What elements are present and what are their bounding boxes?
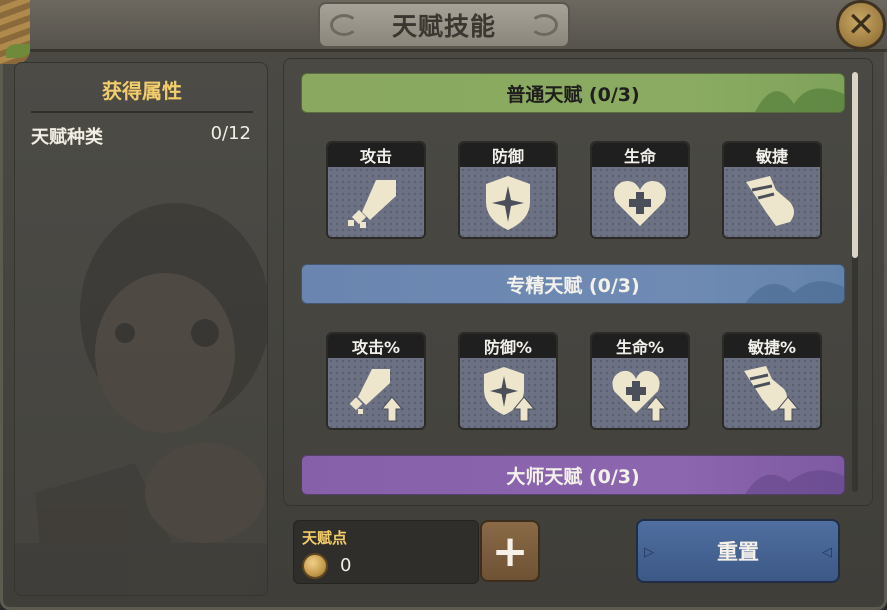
attributes-title: 获得属性 [102,79,182,103]
skill-label: 生命 [592,143,688,167]
close-button[interactable]: ✕ [836,0,886,50]
attack-icon [348,180,396,228]
skill-defense[interactable]: 防御 [458,141,558,239]
skill-label: 防御 [460,143,556,167]
divider [31,111,253,113]
foliage-decoration-icon [745,470,844,494]
reset-button[interactable]: ▷ 重置 ◁ [636,519,840,583]
skill-defense-percent[interactable]: 防御% [458,332,558,430]
talent-type-value: 0/12 [210,123,251,144]
title-plate: 天赋技能 [318,2,570,48]
life-percent-icon [612,370,668,422]
section-master-talent: 大师天赋 (0/3) [301,455,845,495]
attack-percent-icon [349,369,404,422]
title-bar: 天赋技能 [0,0,887,52]
add-talent-points-button[interactable]: + [480,520,540,582]
foliage-decoration-icon [745,281,844,303]
section-normal-talent: 普通天赋 (0/3) [301,73,845,113]
skill-label: 生命% [592,334,688,358]
talent-type-label: 天赋种类 [31,127,103,148]
skill-agility-percent[interactable]: 敏捷% [722,332,822,430]
skill-label: 攻击 [328,143,424,167]
attributes-panel: 获得属性 天赋种类 0/12 [14,62,268,596]
talent-coin-icon [302,553,328,579]
section-title: 专精天赋 (0/3) [506,274,640,297]
talent-points-value: 0 [340,555,352,576]
skill-label: 敏捷% [724,334,820,358]
skill-life-percent[interactable]: 生命% [590,332,690,430]
defense-shield-icon [486,176,530,230]
skill-attack-percent[interactable]: 攻击% [326,332,426,430]
skill-label: 敏捷 [724,143,820,167]
arrow-left-icon: ◁ [822,545,832,560]
skill-label: 攻击% [328,334,424,358]
leaf-ornament-icon [6,44,30,58]
talent-points-label: 天赋点 [302,529,348,547]
section-title: 普通天赋 (0/3) [506,83,640,106]
arrow-right-icon: ▷ [644,545,654,560]
agility-percent-icon [744,366,800,422]
defense-percent-icon [484,367,536,422]
skill-attack[interactable]: 攻击 [326,141,426,239]
reset-label: 重置 [717,540,759,564]
skill-label: 防御% [460,334,556,358]
foliage-decoration-icon [755,88,844,112]
swirl-ornament-icon [530,14,558,36]
talent-points-box: 天赋点 0 [293,520,479,584]
section-title: 大师天赋 (0/3) [506,465,640,488]
character-portrait [15,203,267,595]
section-specialist-talent: 专精天赋 (0/3) [301,264,845,304]
skill-agility[interactable]: 敏捷 [722,141,822,239]
swirl-ornament-icon [330,14,358,36]
agility-boot-icon [746,176,794,226]
life-heart-icon [614,181,666,226]
scrollbar-thumb[interactable] [852,72,858,258]
close-x-icon: ✕ [846,5,876,45]
window-title: 天赋技能 [391,12,496,41]
skill-life[interactable]: 生命 [590,141,690,239]
